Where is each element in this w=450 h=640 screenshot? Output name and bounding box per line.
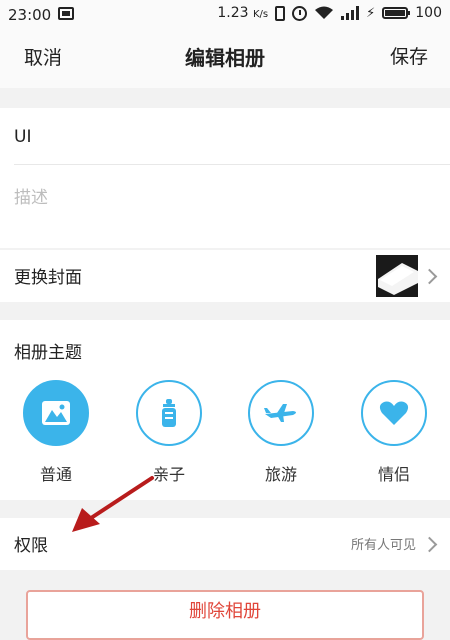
heart-icon <box>379 401 409 425</box>
theme-circle <box>248 380 314 446</box>
network-speed: 1.23 K/s <box>217 5 268 21</box>
message-icon <box>58 7 74 20</box>
theme-name: 旅游 <box>264 465 297 484</box>
battery-level: 100 <box>415 5 442 21</box>
theme-circle <box>361 380 427 446</box>
battery-icon <box>382 7 411 19</box>
theme-option-family[interactable]: 亲子 <box>134 380 204 485</box>
signal-icon <box>341 6 360 20</box>
theme-option-travel[interactable]: 旅游 <box>246 380 316 485</box>
delete-album-button[interactable]: 删除相册 <box>26 590 424 640</box>
cover-image-icon <box>376 255 418 297</box>
album-info-section: UI 描述 <box>0 108 450 248</box>
status-indicators: 1.23 K/s ⚡ 100 <box>217 5 442 21</box>
theme-name: 普通 <box>39 465 72 484</box>
nav-bar: 取消 编辑相册 保存 <box>0 30 450 88</box>
chevron-right-icon <box>421 268 438 285</box>
theme-circle <box>136 380 202 446</box>
vibrate-icon <box>275 5 286 21</box>
theme-option-couple[interactable]: 情侣 <box>359 380 429 485</box>
theme-name: 亲子 <box>152 465 185 484</box>
change-cover-row[interactable]: 更换封面 <box>0 250 450 302</box>
cover-thumbnail <box>376 255 418 297</box>
airplane-icon <box>264 404 296 422</box>
permission-row[interactable]: 权限 所有人可见 <box>0 518 450 570</box>
wifi-icon <box>315 6 334 19</box>
theme-circle <box>23 380 89 446</box>
mountain-icon <box>42 401 70 425</box>
page-title: 编辑相册 <box>185 46 265 70</box>
baby-bottle-icon <box>162 399 176 427</box>
album-name-field[interactable]: UI <box>14 118 436 156</box>
permission-value: 所有人可见 <box>350 538 416 553</box>
permission-label: 权限 <box>14 536 48 556</box>
theme-name: 情侣 <box>377 465 410 484</box>
description-field[interactable]: 描述 <box>14 180 436 216</box>
divider <box>14 164 450 165</box>
theme-label: 相册主题 <box>14 343 82 363</box>
save-button[interactable]: 保存 <box>390 42 428 69</box>
status-bar: 23:00 1.23 K/s ⚡ 100 <box>0 0 450 30</box>
alarm-icon <box>292 5 308 21</box>
album-theme-section: 相册主题 普通 亲子 旅游 情侣 <box>0 320 450 500</box>
theme-option-normal[interactable]: 普通 <box>21 380 91 485</box>
network-speed-value: 1.23 <box>217 5 249 21</box>
network-speed-unit: K/s <box>252 9 269 20</box>
charging-icon: ⚡ <box>366 5 376 21</box>
change-cover-label: 更换封面 <box>14 268 82 288</box>
chevron-right-icon <box>421 536 438 553</box>
status-time: 23:00 <box>8 6 52 24</box>
